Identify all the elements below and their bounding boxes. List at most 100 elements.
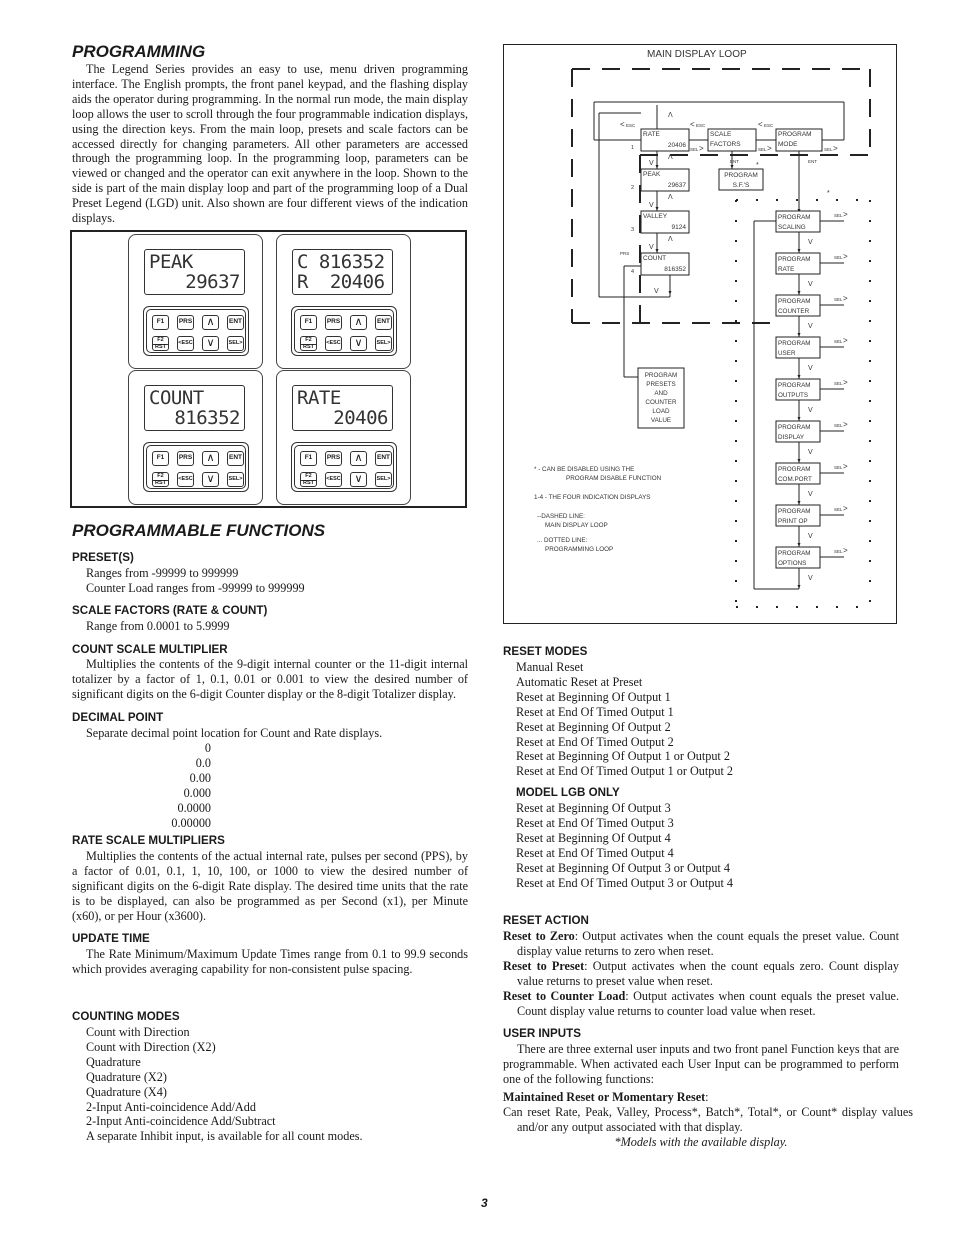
- sel-arrow-label: >: [767, 144, 772, 153]
- star-label: *: [827, 190, 830, 197]
- box-label: S.F.'S: [733, 182, 750, 189]
- programming-heading: PROGRAMMING: [72, 42, 206, 61]
- esc-arrow-label: <: [758, 120, 763, 129]
- lcd-line-1: PEAK: [149, 251, 193, 273]
- model-lgb-heading: MODEL LGB ONLY: [516, 786, 620, 799]
- list-item: Reset at Beginning Of Output 2: [516, 719, 671, 734]
- lcd-line-2: 20406: [333, 407, 388, 429]
- sel-label: SEL: [834, 507, 843, 512]
- legend-text: 1-4 - THE FOUR INDICATION DISPLAYS: [534, 494, 651, 501]
- prs-key: PRS: [177, 315, 194, 330]
- box-label: PRESETS: [646, 381, 675, 388]
- decimal-point-text: Separate decimal point location for Coun…: [86, 726, 383, 740]
- arrowhead: [668, 291, 672, 295]
- sel-key: SEL>: [375, 472, 392, 487]
- box-label: DISPLAY: [778, 434, 805, 441]
- box-label: COM.PORT: [778, 476, 812, 483]
- programmable-functions-heading: PROGRAMMABLE FUNCTIONS: [72, 521, 326, 540]
- reset-action-item: Reset to Counter Load: Output activates …: [503, 988, 899, 1018]
- f2-rst-key: F2 RST: [152, 336, 169, 351]
- keypad: F1 PRS ∧ ENT F2 RST <ESC ∨ SEL>: [291, 306, 397, 356]
- programming-paragraph: The Legend Series provides an easy to us…: [72, 62, 468, 226]
- flow-diagram: MAIN DISPLAY LOOP RATE 20406 1 Λ V PEAK 29637 2…: [534, 49, 871, 610]
- display-box-value: 9124: [672, 224, 687, 231]
- list-item: A separate Inhibit input, is available f…: [86, 1129, 363, 1144]
- list-item: Reset at Beginning Of Output 1 or Output…: [516, 749, 730, 764]
- box-label: PROGRAM: [778, 298, 811, 305]
- lcd-display: COUNT 816352: [144, 385, 245, 431]
- down-arrow-label: V: [808, 365, 813, 372]
- decimal-option: 0: [204, 741, 211, 755]
- list-item: Counter Load ranges from -99999 to 99999…: [86, 580, 305, 595]
- box-label: MODE: [778, 141, 798, 148]
- sel-label: SEL: [834, 339, 843, 344]
- ent-label: ENT: [730, 159, 739, 164]
- list-item: Count with Direction (X2): [86, 1039, 216, 1054]
- list-item: Reset at End Of Timed Output 4: [516, 845, 674, 860]
- arrowhead: [797, 417, 801, 421]
- box-label: PROGRAM: [778, 340, 811, 347]
- keypad: F1 PRS ∧ ENT F2 RST <ESC ∨ SEL>: [143, 442, 249, 492]
- sel-arrow-label: >: [699, 144, 704, 153]
- main-display-loop-diagram: MAIN DISPLAY LOOP RATE 20406 1 Λ V PEAK 29637 2…: [503, 44, 897, 624]
- display-box-label: PEAK: [643, 171, 661, 178]
- esc-arrow-label: <: [620, 120, 625, 129]
- prs-key: PRS: [177, 451, 194, 466]
- sel-arrow-label: >: [843, 336, 848, 345]
- f1-key: F1: [152, 315, 169, 330]
- lcd-display: RATE 20406: [292, 385, 393, 431]
- ent-key: ENT: [227, 451, 244, 466]
- user-inputs-subtext: Can reset Rate, Peak, Valley, Process*, …: [503, 1105, 913, 1134]
- sel-arrow-label: >: [843, 420, 848, 429]
- display-views-figure: PEAK 29637 F1 PRS ∧ ENT F2 RST <ESC ∨ SEL> C 8163…: [70, 230, 467, 508]
- reset-modes-heading: RESET MODES: [503, 645, 588, 658]
- sel-label: SEL: [758, 147, 767, 152]
- prs-key: PRS: [325, 451, 342, 466]
- sel-key: SEL>: [227, 336, 244, 351]
- rate-scale-paragraph: Multiplies the contents of the actual in…: [72, 849, 468, 923]
- esc-key: <ESC: [325, 336, 342, 351]
- down-arrow-label: V: [808, 239, 813, 246]
- arrowhead: [797, 375, 801, 379]
- down-arrow-label: V: [808, 575, 813, 582]
- reset-action-item: Reset to Preset: Output activates when t…: [503, 958, 899, 988]
- display-index: 4: [631, 269, 634, 275]
- arrowhead: [730, 165, 734, 169]
- prs-key: PRS: [325, 315, 342, 330]
- sel-arrow-label: >: [843, 462, 848, 471]
- sel-arrow-label: >: [843, 378, 848, 387]
- list-item: Range from 0.0001 to 5.9999: [86, 619, 230, 633]
- esc-label: ESC: [696, 123, 706, 128]
- box-label: FACTORS: [710, 141, 741, 148]
- lcd-line-2: 29637: [185, 271, 240, 293]
- decimal-point-options: 0 0.0 0.00 0.000 0.0000 0.00000: [150, 741, 211, 830]
- sel-arrow-label: >: [833, 144, 838, 153]
- arrowhead: [655, 207, 659, 211]
- user-inputs-heading: USER INPUTS: [503, 1027, 581, 1040]
- box-label: PRINT OP: [778, 518, 808, 525]
- decimal-option: 0.00000: [171, 815, 211, 830]
- box-label: AND: [654, 390, 668, 397]
- display-index: 3: [631, 227, 634, 233]
- up-arrow-label: Λ: [668, 112, 673, 119]
- arrowhead: [797, 459, 801, 463]
- lcd-line-2: 816352: [174, 407, 240, 429]
- sel-label: SEL: [690, 147, 699, 152]
- box-label: PROGRAM: [724, 172, 758, 179]
- box-label: VALUE: [651, 417, 671, 424]
- f2-rst-key: F2 RST: [300, 336, 317, 351]
- decimal-point-heading: DECIMAL POINT: [72, 711, 164, 724]
- box-label: SCALING: [778, 224, 806, 231]
- box-label: PROGRAM: [778, 382, 811, 389]
- list-item: Reset at End Of Timed Output 3 or Output…: [516, 875, 733, 890]
- list-item: Reset at End Of Timed Output 1: [516, 704, 674, 719]
- lcd-display: PEAK 29637: [144, 249, 245, 295]
- down-arrow-label: V: [808, 449, 813, 456]
- update-time-heading: UPDATE TIME: [72, 932, 150, 945]
- display-box-label: COUNT: [643, 255, 666, 262]
- sel-label: SEL: [834, 465, 843, 470]
- down-arrow-label: V: [808, 533, 813, 540]
- box-label: PROGRAM: [778, 550, 811, 557]
- reset-action-item: Reset to Zero: Output activates when the…: [503, 929, 899, 958]
- sel-arrow-label: >: [843, 252, 848, 261]
